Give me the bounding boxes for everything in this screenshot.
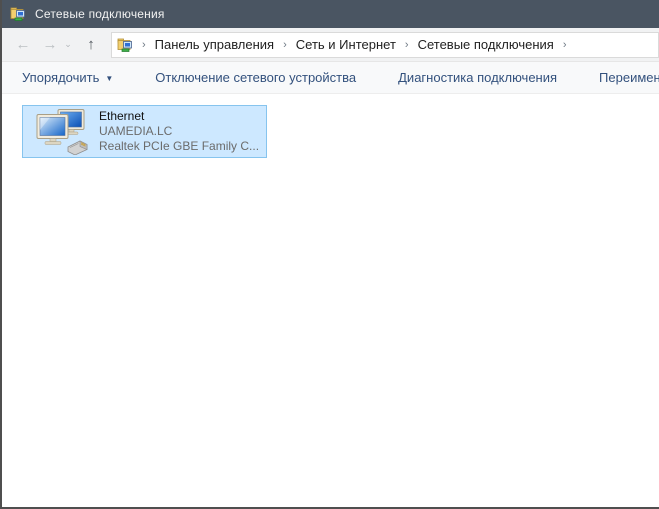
breadcrumb-control-panel[interactable]: Панель управления <box>155 37 274 52</box>
connection-text: Ethernet UAMEDIA.LC Realtek PCIe GBE Fam… <box>99 109 259 154</box>
organize-button[interactable]: Упорядочить ▼ <box>8 70 127 85</box>
navigation-bar: ← → ⌄ ↑ › Панель управления › Сеть и Инт… <box>2 28 659 62</box>
chevron-down-icon: ▼ <box>105 74 113 83</box>
breadcrumb-network-connections[interactable]: Сетевые подключения <box>418 37 554 52</box>
back-icon[interactable]: ← <box>13 36 33 53</box>
connection-network: UAMEDIA.LC <box>99 124 259 139</box>
disable-network-device-button[interactable]: Отключение сетевого устройства <box>141 70 370 85</box>
title-bar: Сетевые подключения <box>2 0 659 28</box>
forward-icon[interactable]: → <box>40 36 60 53</box>
up-icon[interactable]: ↑ <box>80 36 102 53</box>
connection-item-ethernet[interactable]: Ethernet UAMEDIA.LC Realtek PCIe GBE Fam… <box>22 105 267 158</box>
command-toolbar: Упорядочить ▼ Отключение сетевого устрой… <box>2 62 659 94</box>
connection-adapter: Realtek PCIe GBE Family C... <box>99 139 259 154</box>
network-connections-window: Сетевые подключения ← → ⌄ ↑ › Панель упр… <box>0 0 659 509</box>
rename-connection-button[interactable]: Переименование подключения <box>585 70 659 85</box>
organize-label: Упорядочить <box>22 70 99 85</box>
connection-name: Ethernet <box>99 109 259 124</box>
address-bar[interactable]: › Панель управления › Сеть и Интернет › … <box>111 32 659 58</box>
breadcrumb-chevron-icon[interactable]: › <box>554 39 576 51</box>
breadcrumb-chevron-icon[interactable]: › <box>133 39 155 51</box>
breadcrumb-chevron-icon[interactable]: › <box>396 39 418 51</box>
ethernet-connection-icon <box>35 109 91 155</box>
window-title: Сетевые подключения <box>35 7 165 21</box>
address-location-icon <box>117 37 133 53</box>
breadcrumb-chevron-icon[interactable]: › <box>274 39 296 51</box>
recent-locations-chevron-icon[interactable]: ⌄ <box>62 39 74 50</box>
connections-list: Ethernet UAMEDIA.LC Realtek PCIe GBE Fam… <box>2 94 659 507</box>
diagnose-connection-button[interactable]: Диагностика подключения <box>384 70 571 85</box>
network-folder-icon <box>10 6 26 22</box>
breadcrumb-network-internet[interactable]: Сеть и Интернет <box>296 37 396 52</box>
